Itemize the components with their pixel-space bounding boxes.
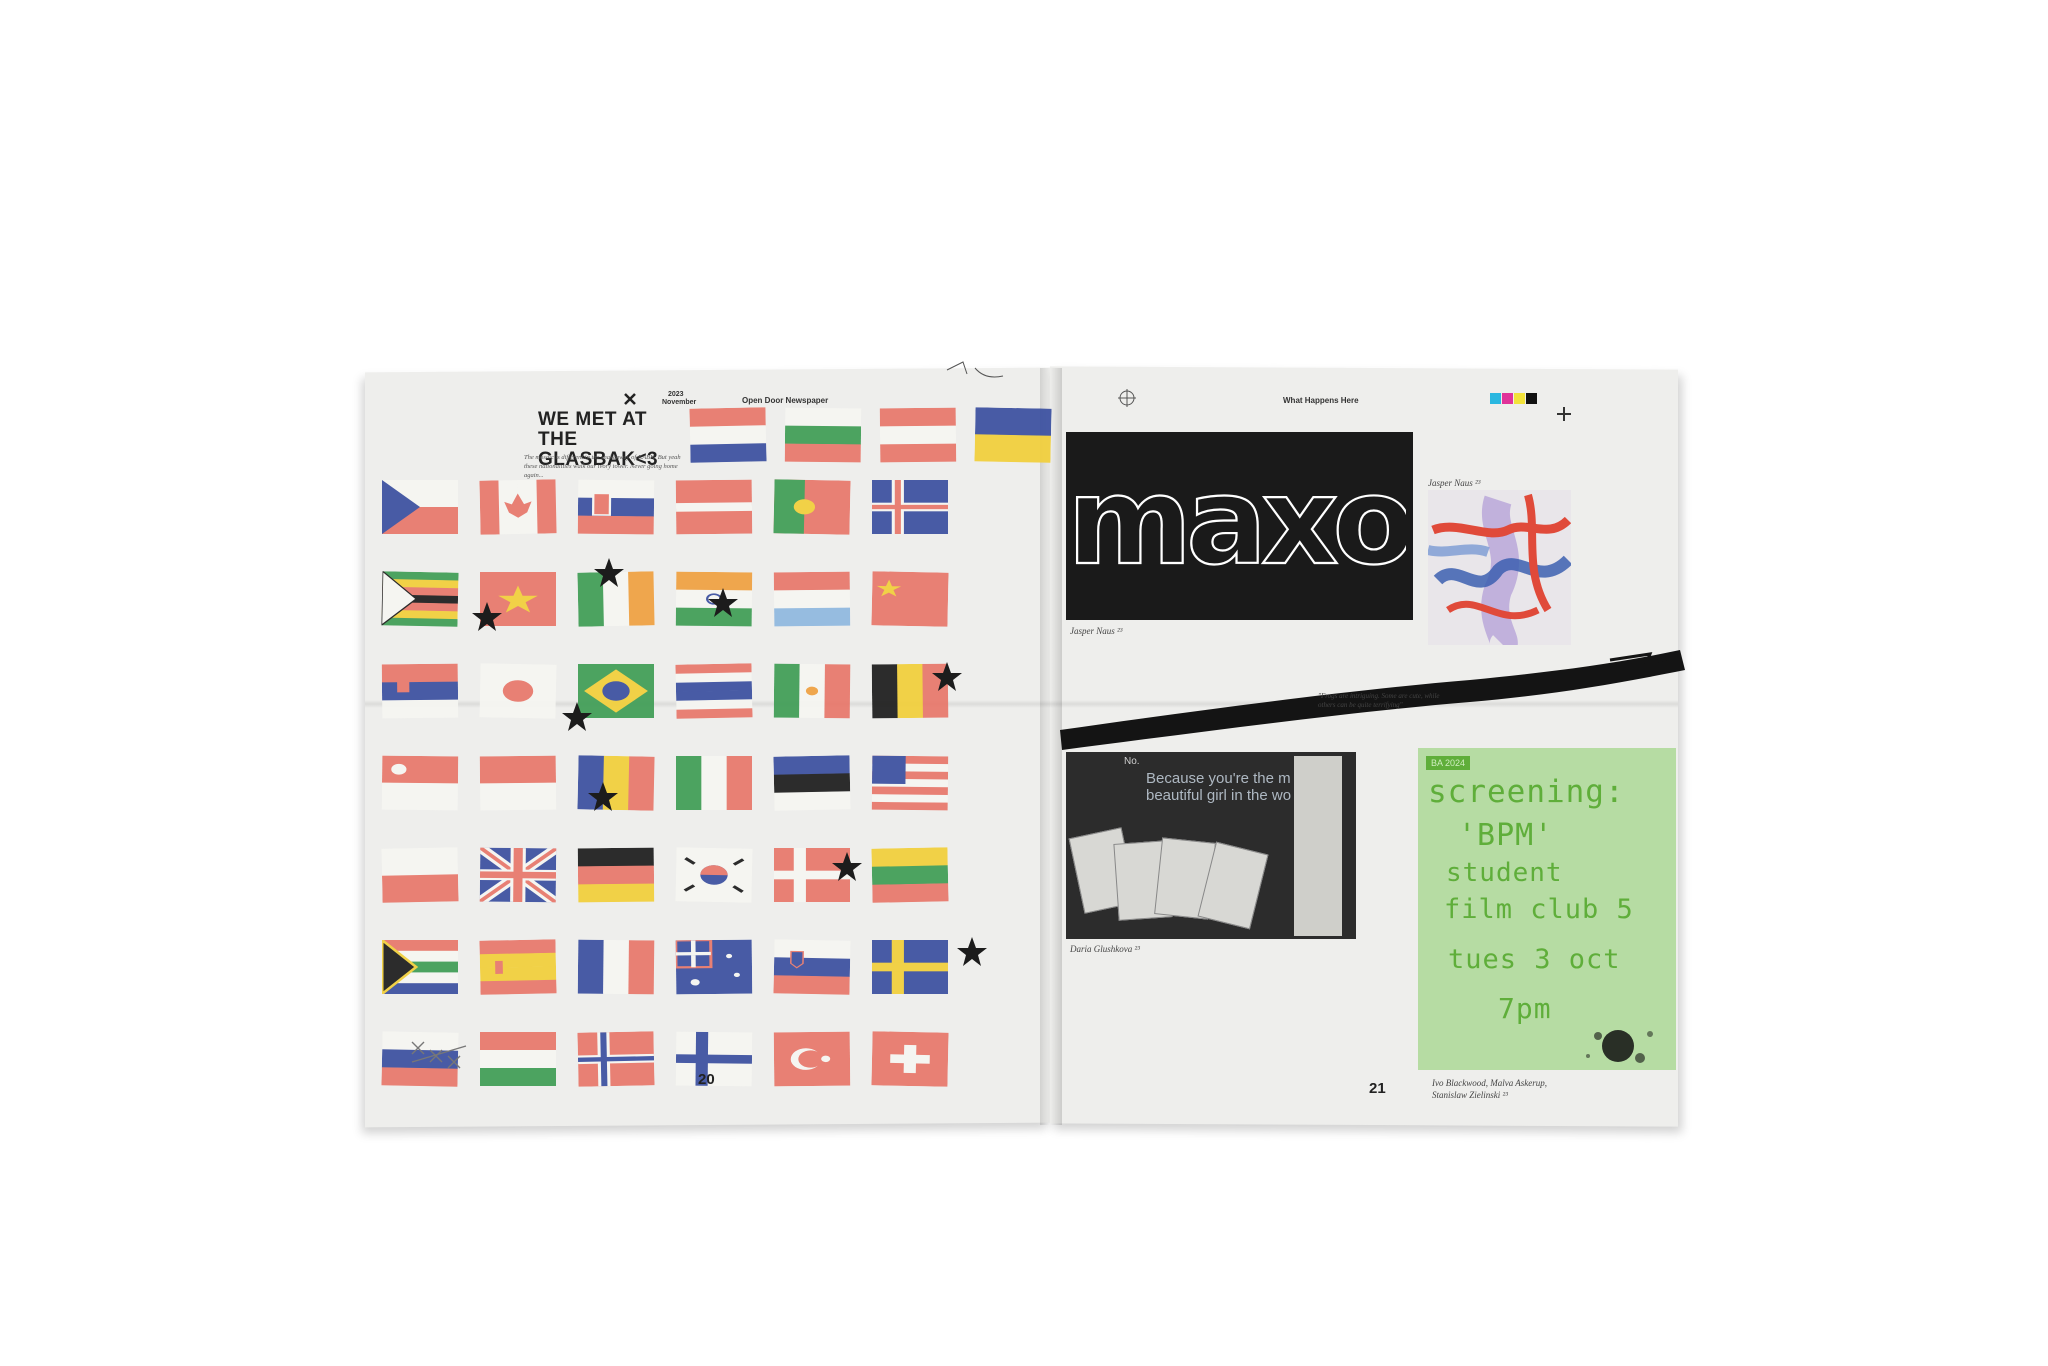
color-bar-yellow bbox=[1514, 393, 1525, 404]
flag-australia bbox=[674, 938, 753, 995]
flag-iceland bbox=[872, 480, 948, 534]
flag-thailand bbox=[675, 663, 753, 720]
star-doodle-icon bbox=[957, 937, 987, 966]
right-folio: 21 bbox=[1369, 1080, 1386, 1097]
star-doodle-icon bbox=[832, 852, 862, 881]
flag-ukraine bbox=[974, 407, 1052, 464]
star-doodle-icon bbox=[472, 602, 502, 631]
poster-line-time: 7pm bbox=[1498, 992, 1552, 1025]
flag-china bbox=[871, 571, 949, 627]
flag-slovakia bbox=[577, 479, 655, 535]
flag-austria bbox=[879, 407, 957, 463]
header-month: November bbox=[662, 399, 697, 406]
flag-zimbabwe bbox=[380, 569, 459, 628]
caption-daria-glushkova: Daria Glushkova ²³ bbox=[1070, 944, 1140, 954]
star-doodle-icon bbox=[932, 662, 962, 691]
star-doodle-icon bbox=[562, 702, 592, 731]
flag-bulgaria bbox=[784, 407, 862, 463]
color-bar-magenta bbox=[1502, 393, 1513, 404]
flag-germany bbox=[577, 847, 655, 903]
headline-line-1: WE MET AT THE bbox=[538, 409, 647, 450]
flag-latvia bbox=[675, 479, 753, 535]
photo-text-line-2: beautiful girl in the wo bbox=[1146, 787, 1292, 804]
flag-estonia bbox=[773, 755, 851, 812]
flag-uk bbox=[475, 844, 561, 906]
registration-mark-icon bbox=[1118, 389, 1136, 407]
photo-text-no: No. bbox=[1124, 756, 1140, 767]
flag-japan bbox=[479, 663, 557, 719]
plus-mark-icon bbox=[1557, 407, 1571, 421]
caption-jasper-naus-2: Jasper Naus ²³ bbox=[1428, 478, 1481, 488]
header-masthead: Open Door Newspaper bbox=[742, 396, 829, 405]
flag-france bbox=[577, 939, 655, 995]
header-doodle-icon bbox=[946, 361, 1004, 378]
color-bar-black bbox=[1526, 393, 1537, 404]
flag-portugal bbox=[773, 479, 851, 535]
flag-norway bbox=[577, 1031, 655, 1087]
flag-mexico bbox=[773, 663, 851, 719]
flag-indonesia bbox=[479, 755, 557, 811]
left-folio: 20 bbox=[698, 1071, 715, 1088]
poster-line-screening: screening: bbox=[1428, 774, 1625, 810]
poster-line-bpm: 'BPM' bbox=[1458, 818, 1554, 853]
star-doodle-icon bbox=[594, 558, 624, 587]
maxo-word: maxo bbox=[1071, 455, 1406, 592]
receipt-strip bbox=[1294, 756, 1342, 936]
flag-korea bbox=[675, 847, 753, 903]
painting-strokes bbox=[1428, 493, 1571, 645]
star-doodle-icon bbox=[588, 782, 618, 811]
flag-south-africa bbox=[380, 937, 458, 997]
color-bar-cyan bbox=[1490, 393, 1501, 404]
running-head: What Happens Here bbox=[1283, 396, 1359, 405]
flag-czech bbox=[382, 480, 458, 535]
cards-photograph: No. Because you're the m beautiful girl … bbox=[1066, 752, 1356, 939]
poster-tag: BA 2024 bbox=[1426, 756, 1470, 770]
flag-switzerland bbox=[871, 1031, 949, 1087]
flag-singapore bbox=[381, 755, 459, 811]
flag-usa bbox=[871, 755, 949, 811]
poster-line-date: tues 3 oct bbox=[1448, 944, 1621, 975]
abstract-painting bbox=[1428, 490, 1571, 645]
flag-canada bbox=[479, 479, 557, 535]
flag-slovenia bbox=[773, 939, 851, 996]
star-doodle-icon bbox=[708, 588, 738, 617]
flag-luxembourg bbox=[773, 571, 851, 627]
maxo-bubble-lettering: maxo bbox=[1071, 455, 1406, 593]
poster-line-film-club: film club 5 bbox=[1444, 894, 1634, 925]
caption-ivo-line-2: Stanislaw Zielinski ²³ bbox=[1432, 1090, 1508, 1100]
flag-italy bbox=[676, 756, 753, 810]
flag-sweden bbox=[872, 940, 948, 994]
flag-poland bbox=[381, 847, 459, 904]
scribble-crosses-icon bbox=[411, 1041, 467, 1069]
photo-text-line-1: Because you're the m bbox=[1146, 770, 1291, 787]
flag-lithuania bbox=[871, 847, 949, 904]
header-year: 2023 bbox=[668, 391, 684, 398]
caption-jasper-naus-1: Jasper Naus ²³ bbox=[1070, 626, 1123, 636]
caption-ivo-line-1: Ivo Blackwood, Malva Askerup, bbox=[1432, 1078, 1548, 1088]
screening-poster: BA 2024 screening: 'BPM' student film cl… bbox=[1418, 748, 1676, 1070]
flag-netherlands bbox=[689, 407, 767, 464]
intro-text: The mosaic is different in the shakeaway… bbox=[524, 454, 681, 479]
photo-text: Because you're the m beautiful girl in t… bbox=[1146, 770, 1291, 804]
ink-splatter bbox=[1586, 1030, 1653, 1063]
poster-line-student: student bbox=[1446, 858, 1563, 888]
frog-quote: "Frogs are intriguing. Some are cute, wh… bbox=[1318, 692, 1440, 709]
flag-turkey bbox=[773, 1031, 851, 1087]
flag-spain bbox=[479, 939, 557, 996]
flag-hungary bbox=[480, 1032, 556, 1087]
newspaper-spread: 2023 November Open Door Newspaper WE MET… bbox=[0, 0, 2048, 1366]
flag-serbia bbox=[381, 663, 459, 719]
cross-mark-icon bbox=[624, 393, 636, 405]
